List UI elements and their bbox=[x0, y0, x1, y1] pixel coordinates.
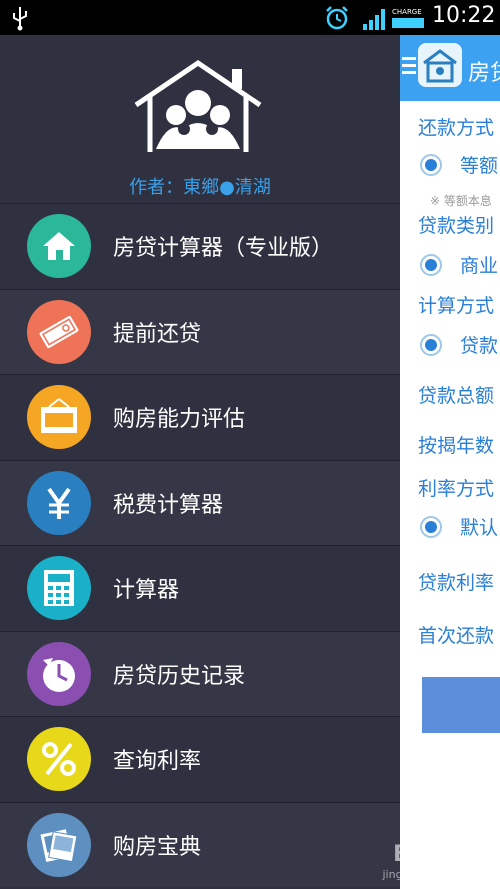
signal-icon bbox=[363, 9, 385, 30]
app-logo bbox=[418, 43, 462, 87]
calc-method-option: 贷款 bbox=[460, 335, 499, 357]
repay-method-option: 等额 bbox=[460, 155, 499, 177]
status-bar: CHARGE 10:22 bbox=[0, 0, 500, 35]
radio-icon[interactable] bbox=[420, 253, 442, 276]
house-logo-icon bbox=[134, 59, 262, 152]
radio-icon[interactable] bbox=[420, 153, 442, 176]
menu-item-label: 购房宝典 bbox=[113, 834, 202, 860]
usb-icon bbox=[13, 7, 27, 31]
watermark-brand: Bai 经验 bbox=[393, 842, 484, 867]
loan-form: 还款方式 等额 ※ 等额本息 贷款类别 商业 计算方式 贷款 贷款总额 按揭年数… bbox=[400, 101, 500, 889]
loan-rate-label: 贷款利率 bbox=[418, 572, 495, 594]
repay-note: ※ 等额本息 bbox=[430, 194, 492, 208]
photos-icon bbox=[27, 812, 91, 877]
rate-method-option: 默认 bbox=[460, 517, 499, 539]
menu-item-tax-calculator[interactable]: 税费计算器 bbox=[0, 459, 400, 545]
loan-total-label: 贷款总额 bbox=[418, 385, 495, 407]
watermark-url: jingyan.baidu.com bbox=[382, 868, 484, 881]
menu-item-history[interactable]: 房贷历史记录 bbox=[0, 630, 400, 716]
menu-item-label: 税费计算器 bbox=[113, 492, 224, 518]
cash-icon bbox=[27, 299, 91, 364]
menu-item-label: 提前还贷 bbox=[113, 321, 202, 347]
loan-type-label: 贷款类别 bbox=[418, 215, 495, 237]
radio-icon[interactable] bbox=[420, 515, 442, 538]
watermark: Bai 经验 jingyan.baidu.com bbox=[382, 836, 484, 881]
battery-icon: CHARGE bbox=[392, 8, 426, 30]
repay-method-label: 还款方式 bbox=[418, 117, 495, 139]
menu-item-label: 房贷历史记录 bbox=[113, 663, 246, 689]
loan-type-option: 商业 bbox=[460, 255, 499, 277]
clock-time: 10:22 bbox=[432, 3, 496, 28]
menu-icon[interactable] bbox=[402, 57, 416, 75]
calc-method-radio[interactable]: 贷款 bbox=[420, 331, 498, 358]
navigation-drawer: 作者：東鄉●清湖 房贷计算器（专业版） 提前还贷 购房能力评估 税费计算器 计算… bbox=[0, 35, 400, 889]
rate-method-label: 利率方式 bbox=[418, 478, 495, 500]
calculator-icon bbox=[27, 556, 91, 621]
menu-item-label: 购房能力评估 bbox=[113, 407, 246, 433]
radio-icon[interactable] bbox=[420, 333, 442, 356]
menu-item-rate-query[interactable]: 查询利率 bbox=[0, 716, 400, 802]
author-credit: 作者：東鄉●清湖 bbox=[129, 177, 271, 198]
clock-icon bbox=[27, 641, 91, 706]
drawer-menu: 房贷计算器（专业版） 提前还贷 购房能力评估 税费计算器 计算器 房贷历史记录 … bbox=[0, 203, 400, 887]
menu-item-mortgage-calculator[interactable]: 房贷计算器（专业版） bbox=[0, 203, 400, 289]
evaluate-icon bbox=[27, 385, 91, 450]
home-icon bbox=[27, 214, 91, 279]
menu-item-label: 查询利率 bbox=[113, 749, 202, 775]
repay-method-radio[interactable]: 等额 bbox=[420, 151, 498, 178]
app-header: 房贷 bbox=[400, 35, 500, 101]
rate-method-radio[interactable]: 默认 bbox=[420, 513, 498, 540]
first-payment-label: 首次还款 bbox=[418, 625, 495, 647]
years-label: 按揭年数 bbox=[418, 435, 495, 457]
calculate-button[interactable] bbox=[422, 677, 500, 733]
menu-item-label: 房贷计算器（专业版） bbox=[113, 236, 334, 262]
menu-item-affordability[interactable]: 购房能力评估 bbox=[0, 374, 400, 460]
menu-item-guide[interactable]: 购房宝典 bbox=[0, 801, 400, 887]
loan-type-radio[interactable]: 商业 bbox=[420, 251, 498, 278]
calc-method-label: 计算方式 bbox=[418, 295, 495, 317]
menu-item-early-repayment[interactable]: 提前还贷 bbox=[0, 288, 400, 374]
app-title: 房贷 bbox=[468, 61, 500, 86]
percent-icon bbox=[27, 727, 91, 792]
menu-item-label: 计算器 bbox=[113, 578, 180, 604]
yen-icon bbox=[27, 470, 91, 535]
alarm-icon bbox=[326, 6, 348, 30]
drawer-header: 作者：東鄉●清湖 bbox=[0, 35, 400, 203]
menu-item-calculator[interactable]: 计算器 bbox=[0, 545, 400, 631]
